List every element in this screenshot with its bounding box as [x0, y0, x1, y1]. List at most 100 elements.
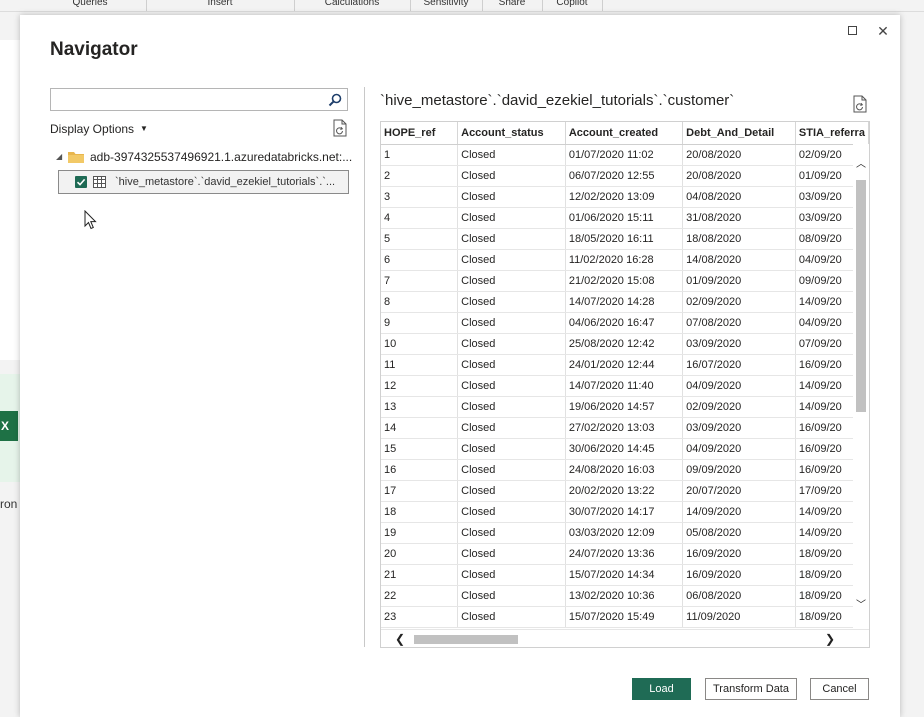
table-cell: 3	[381, 186, 459, 208]
column-header[interactable]: HOPE_ref	[381, 122, 459, 145]
scroll-right-icon[interactable]: ❯	[825, 632, 835, 646]
table-row: 13 Closed 19/06/2020 14:57 02/09/2020 14/09/…	[381, 396, 869, 418]
table-cell: Closed	[457, 438, 566, 460]
scroll-down-icon[interactable]: ﹀	[856, 596, 866, 611]
table-row: 2 Closed 06/07/2020 12:55 20/08/2020 01/09/2…	[381, 165, 869, 187]
table-cell: 01/09/2020	[682, 270, 796, 292]
table-row: 20 Closed 24/07/2020 13:36 16/09/2020 18/09/…	[381, 543, 869, 565]
load-button[interactable]: Load	[632, 678, 691, 700]
table-cell: 14/07/2020 14:28	[565, 291, 684, 313]
table-row: 6 Closed 11/02/2020 16:28 14/08/2020 04/09/2…	[381, 249, 869, 271]
table-cell: 17	[381, 480, 459, 502]
table-cell: 15/07/2020 14:34	[565, 564, 684, 586]
data-table: HOPE_ref Account_status Account_created Deb…	[381, 122, 869, 628]
table-cell: 12/02/2020 13:09	[565, 186, 684, 208]
cancel-button[interactable]: Cancel	[810, 678, 869, 700]
ribbon-group-copilot[interactable]: Copilot	[552, 0, 592, 8]
ribbon-group-share[interactable]: Share	[496, 0, 528, 8]
scroll-up-icon[interactable]: ︿	[856, 155, 866, 170]
table-row: 10 Closed 25/08/2020 12:42 03/09/2020 07/09/…	[381, 333, 869, 355]
display-options-dropdown[interactable]: Display Options ▼	[50, 122, 148, 136]
transform-data-button[interactable]: Transform Data	[705, 678, 797, 700]
table-cell: Closed	[457, 354, 566, 376]
ribbon-strip: Queries Insert Calculations Sensitivity …	[0, 0, 924, 12]
search-input[interactable]	[50, 88, 348, 111]
table-cell: 31/08/2020	[682, 207, 796, 229]
ribbon-group-queries[interactable]: Queries	[70, 0, 110, 8]
table-cell: Closed	[457, 606, 566, 628]
table-cell: 03/03/2020 12:09	[565, 522, 684, 544]
table-cell: 05/08/2020	[682, 522, 796, 544]
table-cell: 04/06/2020 16:47	[565, 312, 684, 334]
table-cell: 16/09/2020	[682, 543, 796, 565]
ribbon-separator	[146, 0, 147, 11]
table-cell: 09/09/2020	[682, 459, 796, 481]
table-cell: 12	[381, 375, 459, 397]
table-cell: 04/08/2020	[682, 186, 796, 208]
ribbon-group-insert[interactable]: Insert	[200, 0, 240, 8]
table-cell: Closed	[457, 480, 566, 502]
horizontal-scroll-thumb[interactable]	[414, 635, 518, 644]
table-row: 17 Closed 20/02/2020 13:22 20/07/2020 17/09/…	[381, 480, 869, 502]
table-cell: 9	[381, 312, 459, 334]
table-cell: Closed	[457, 144, 566, 166]
table-row: 14 Closed 27/02/2020 13:03 03/09/2020 16/09/…	[381, 417, 869, 439]
table-cell: 13/02/2020 10:36	[565, 585, 684, 607]
vertical-scrollbar[interactable]: ︿ ﹀	[853, 144, 869, 628]
table-cell: 30/06/2020 14:45	[565, 438, 684, 460]
table-cell: 19	[381, 522, 459, 544]
table-cell: Closed	[457, 564, 566, 586]
table-row: 22 Closed 13/02/2020 10:36 06/08/2020 18/09/…	[381, 585, 869, 607]
table-cell: 19/06/2020 14:57	[565, 396, 684, 418]
column-header[interactable]: STIA_referra	[795, 122, 869, 145]
tree-item-customer-table[interactable]: `hive_metastore`.`david_ezekiel_tutorial…	[58, 170, 349, 194]
vertical-scroll-thumb[interactable]	[856, 180, 866, 412]
table-cell: Closed	[457, 501, 566, 523]
table-cell: Closed	[457, 291, 566, 313]
table-cell: Closed	[457, 207, 566, 229]
table-row: 4 Closed 01/06/2020 15:11 31/08/2020 03/09/2…	[381, 207, 869, 229]
table-row: 5 Closed 18/05/2020 16:11 18/08/2020 08/09/2…	[381, 228, 869, 250]
ribbon-separator	[294, 0, 295, 11]
column-header[interactable]: Account_status	[457, 122, 566, 145]
background-right-edge	[900, 12, 924, 717]
table-cell: 21/02/2020 15:08	[565, 270, 684, 292]
table-cell: Closed	[457, 165, 566, 187]
maximize-icon	[848, 26, 857, 35]
table-cell: 22	[381, 585, 459, 607]
collapse-arrow-icon[interactable]: ◢	[56, 152, 62, 161]
close-button[interactable]: ✕	[875, 23, 891, 39]
table-cell: Closed	[457, 312, 566, 334]
checkbox[interactable]	[75, 176, 87, 188]
ribbon-group-calculations[interactable]: Calculations	[318, 0, 386, 8]
ribbon-separator	[482, 0, 483, 11]
table-cell: 8	[381, 291, 459, 313]
mouse-cursor-icon	[84, 210, 97, 230]
table-cell: Closed	[457, 249, 566, 271]
table-cell: Closed	[457, 417, 566, 439]
ribbon-group-sensitivity[interactable]: Sensitivity	[420, 0, 472, 8]
column-header[interactable]: Account_created	[565, 122, 684, 145]
chevron-down-icon: ▼	[140, 124, 148, 133]
table-cell: 25/08/2020 12:42	[565, 333, 684, 355]
maximize-button[interactable]	[844, 23, 860, 39]
preview-grid[interactable]: HOPE_ref Account_status Account_created Deb…	[380, 121, 870, 648]
refresh-preview-icon[interactable]	[852, 95, 868, 113]
scroll-left-icon[interactable]: ❮	[395, 632, 405, 646]
table-row: 19 Closed 03/03/2020 12:09 05/08/2020 14/09/…	[381, 522, 869, 544]
table-cell: 11	[381, 354, 459, 376]
table-cell: 30/07/2020 14:17	[565, 501, 684, 523]
pane-divider[interactable]	[364, 87, 365, 647]
refresh-icon[interactable]	[332, 119, 348, 137]
column-header[interactable]: Debt_And_Detail	[682, 122, 796, 145]
ribbon-separator	[602, 0, 603, 11]
horizontal-scrollbar[interactable]: ❮ ❯	[381, 629, 869, 647]
table-cell: 04/09/2020	[682, 375, 796, 397]
table-cell: 27/02/2020 13:03	[565, 417, 684, 439]
tree-item-label: `hive_metastore`.`david_ezekiel_tutorial…	[115, 176, 336, 188]
table-header-row: HOPE_ref Account_status Account_created Deb…	[381, 122, 869, 145]
folder-icon	[68, 152, 84, 163]
table-cell: 15	[381, 438, 459, 460]
table-cell: 24/08/2020 16:03	[565, 459, 684, 481]
table-cell: 18/08/2020	[682, 228, 796, 250]
